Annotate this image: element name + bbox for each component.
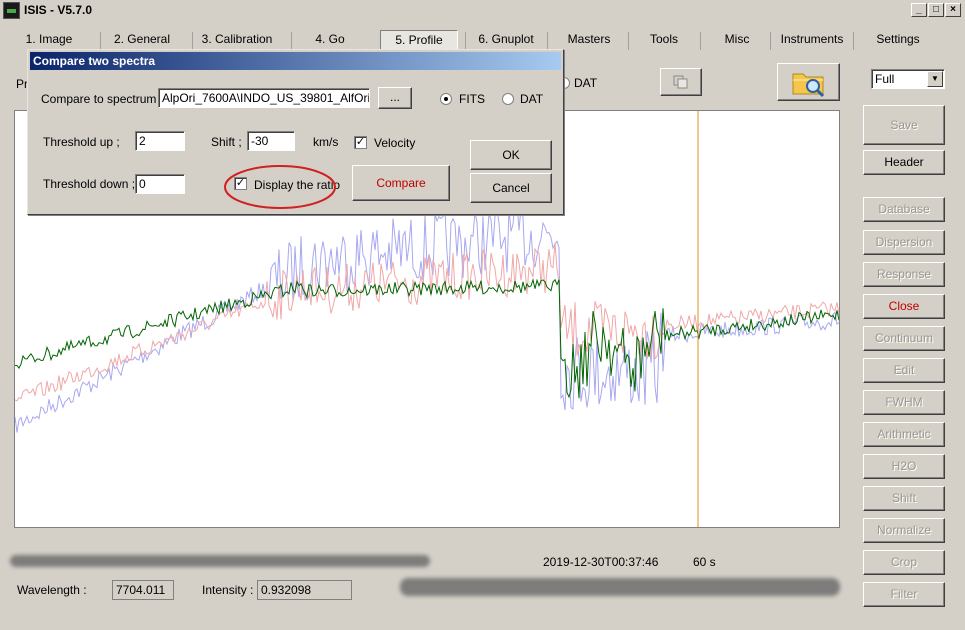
redacted-info bbox=[10, 555, 430, 567]
app-icon bbox=[3, 2, 20, 19]
threshold-up-input[interactable]: 2 bbox=[135, 131, 185, 151]
exposure-time: 60 s bbox=[693, 555, 716, 569]
fits-label: FITS bbox=[459, 92, 485, 106]
intensity-value: 0.932098 bbox=[257, 580, 352, 600]
tab-gnuplot[interactable]: 6. Gnuplot bbox=[473, 30, 539, 50]
header-button[interactable]: Header bbox=[863, 150, 945, 175]
crop-button[interactable]: Crop bbox=[863, 550, 945, 575]
fits-radio[interactable] bbox=[440, 93, 452, 105]
tab-separator bbox=[853, 32, 854, 50]
tab-tools[interactable]: Tools bbox=[640, 30, 688, 50]
velocity-label: Velocity bbox=[374, 136, 416, 150]
response-button[interactable]: Response bbox=[863, 262, 945, 287]
tab-separator bbox=[547, 32, 548, 50]
highlight-ellipse-annotation bbox=[224, 165, 336, 209]
tab-misc[interactable]: Misc bbox=[715, 30, 759, 50]
dispersion-button[interactable]: Dispersion bbox=[863, 230, 945, 255]
database-button[interactable]: Database bbox=[863, 197, 945, 222]
tab-calibration[interactable]: 3. Calibration bbox=[200, 30, 274, 50]
chevron-down-icon: ▼ bbox=[927, 71, 943, 87]
threshold-down-label: Threshold down ; bbox=[43, 177, 136, 191]
observation-datetime: 2019-12-30T00:37:46 bbox=[543, 555, 659, 569]
minimize-button[interactable]: _ bbox=[911, 3, 927, 17]
wavelength-label: Wavelength : bbox=[17, 583, 87, 597]
compare-spectrum-input[interactable]: AlpOri_7600A\INDO_US_39801_AlfOri_cut bbox=[158, 88, 370, 108]
arithmetic-button[interactable]: Arithmetic bbox=[863, 422, 945, 447]
normalize-button[interactable]: Normalize bbox=[863, 518, 945, 543]
profile-dat-label: DAT bbox=[574, 76, 598, 90]
tab-separator bbox=[100, 32, 101, 50]
fwhm-button[interactable]: FWHM bbox=[863, 390, 945, 415]
tab-separator bbox=[700, 32, 701, 50]
threshold-down-input[interactable]: 0 bbox=[135, 174, 185, 194]
cancel-button[interactable]: Cancel bbox=[470, 173, 552, 203]
zoom-select[interactable]: Full ▼ bbox=[871, 69, 945, 89]
compare-spectra-dialog: Compare two spectra Compare to spectrum … bbox=[27, 49, 564, 215]
redacted-info bbox=[400, 578, 840, 596]
ratio-spectrum-line bbox=[15, 278, 839, 399]
dat-label: DAT bbox=[520, 92, 544, 106]
title-bar: ISIS - V5.7.0 _ □ × bbox=[0, 0, 965, 22]
tab-general[interactable]: 2. General bbox=[110, 30, 174, 50]
browse-button[interactable]: ... bbox=[378, 87, 412, 109]
ok-button[interactable]: OK bbox=[470, 140, 552, 170]
tab-masters[interactable]: Masters bbox=[558, 30, 620, 50]
window-title: ISIS - V5.7.0 bbox=[24, 3, 93, 17]
h2o-button[interactable]: H2O bbox=[863, 454, 945, 479]
edit-button[interactable]: Edit bbox=[863, 358, 945, 383]
folder-search-icon bbox=[792, 73, 824, 98]
velocity-checkbox[interactable]: ✓ bbox=[354, 136, 367, 149]
tab-image[interactable]: 1. Image bbox=[18, 30, 80, 50]
tab-separator bbox=[465, 32, 466, 50]
close-window-button[interactable]: × bbox=[945, 3, 961, 17]
shift-input[interactable]: -30 bbox=[247, 131, 295, 151]
copy-icon bbox=[673, 75, 688, 89]
tab-separator bbox=[770, 32, 771, 50]
dialog-title: Compare two spectra bbox=[30, 52, 561, 70]
intensity-label: Intensity : bbox=[202, 583, 254, 597]
copy-button[interactable] bbox=[660, 68, 702, 96]
open-folder-button[interactable] bbox=[777, 63, 840, 101]
reference-spectrum-line bbox=[15, 201, 839, 433]
shift-button[interactable]: Shift bbox=[863, 486, 945, 511]
compare-to-label: Compare to spectrum : bbox=[41, 92, 164, 106]
tab-settings[interactable]: Settings bbox=[865, 30, 931, 50]
wavelength-value: 7704.011 bbox=[112, 580, 174, 600]
continuum-button[interactable]: Continuum bbox=[863, 326, 945, 351]
compare-button[interactable]: Compare bbox=[352, 165, 450, 201]
filter-button[interactable]: Filter bbox=[863, 582, 945, 607]
save-button[interactable]: Save bbox=[863, 105, 945, 145]
compared-spectrum-line bbox=[15, 242, 839, 402]
tab-separator bbox=[291, 32, 292, 50]
tab-profile[interactable]: 5. Profile bbox=[380, 30, 458, 50]
shift-label: Shift ; bbox=[211, 135, 242, 149]
tab-separator bbox=[628, 32, 629, 50]
tab-go[interactable]: 4. Go bbox=[305, 30, 355, 50]
threshold-up-label: Threshold up ; bbox=[43, 135, 120, 149]
tab-instruments[interactable]: Instruments bbox=[778, 30, 846, 50]
close-button[interactable]: Close bbox=[863, 294, 945, 319]
tab-separator bbox=[192, 32, 193, 50]
maximize-button[interactable]: □ bbox=[928, 3, 944, 17]
shift-unit: km/s bbox=[313, 135, 339, 149]
zoom-select-value: Full bbox=[875, 72, 895, 86]
dat-radio[interactable] bbox=[502, 93, 514, 105]
